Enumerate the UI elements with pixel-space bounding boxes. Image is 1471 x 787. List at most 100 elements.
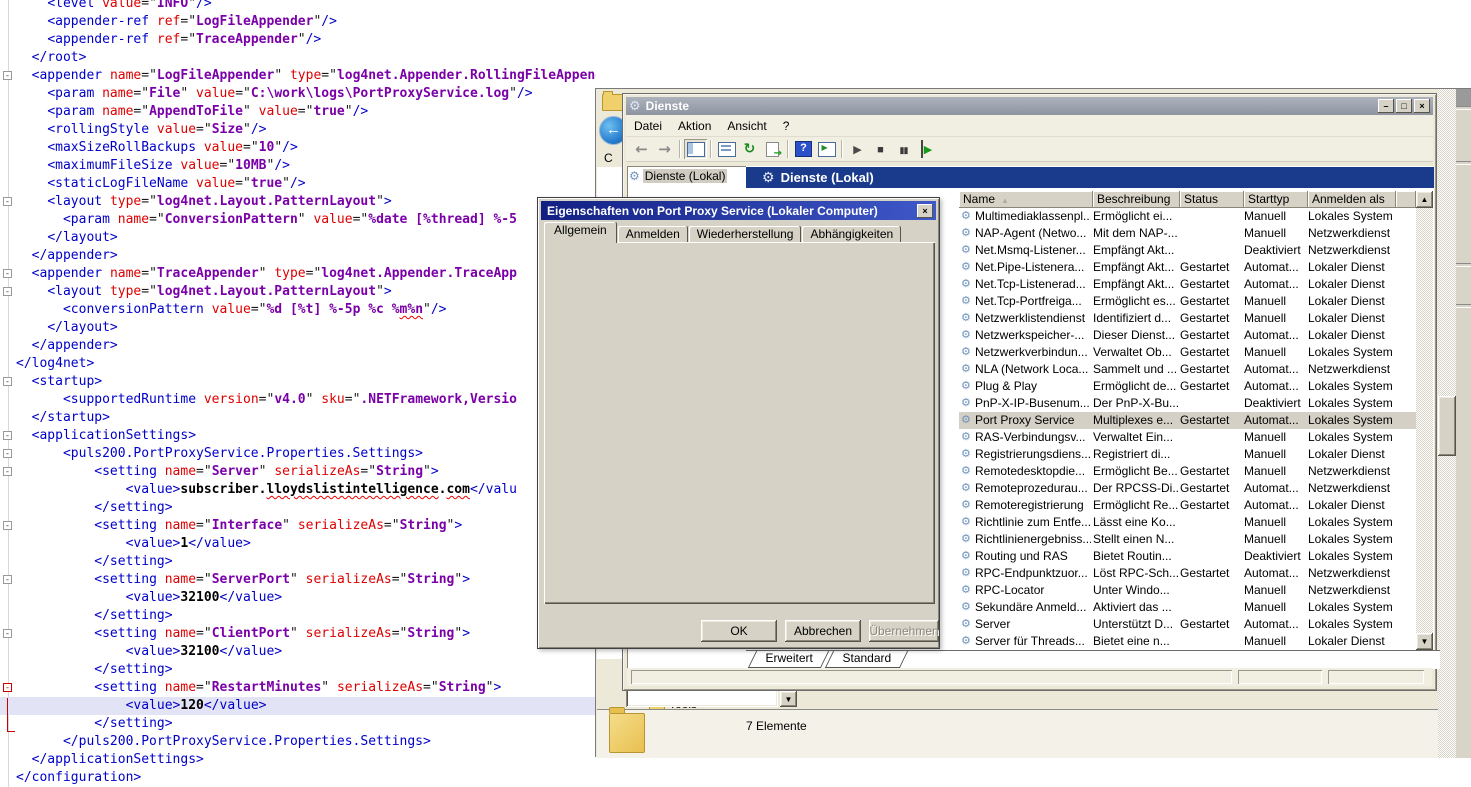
table-row[interactable]: ⚙ NAP-Agent (Netwo... Mit dem NAP-... Ma… bbox=[959, 225, 1416, 242]
code-line: <rollingStyle value="Size"/> bbox=[0, 121, 596, 139]
column-header-starttyp[interactable]: Starttyp bbox=[1244, 191, 1308, 208]
column-header-beschreibung[interactable]: Beschreibung bbox=[1093, 191, 1180, 208]
address-field[interactable] bbox=[626, 689, 778, 707]
table-row[interactable]: ⚙ Sekundäre Anmeld... Aktiviert das ... … bbox=[959, 599, 1416, 616]
stop-icon[interactable] bbox=[869, 139, 892, 159]
cell-anmelden-als: Lokales System bbox=[1308, 429, 1414, 446]
cell-beschreibung: Unterstützt D... bbox=[1093, 616, 1178, 633]
scrollbar-thumb[interactable] bbox=[1438, 396, 1456, 456]
view-tab-standard[interactable]: Standard bbox=[825, 651, 908, 668]
xml-editor[interactable]: <level value="INFO"/> <appender-ref ref=… bbox=[0, 0, 596, 787]
fold-toggle-icon[interactable]: - bbox=[3, 467, 12, 476]
cell-name: RPC-Locator bbox=[975, 582, 1091, 599]
start-icon[interactable] bbox=[846, 139, 869, 159]
cell-starttyp: Deaktiviert bbox=[1244, 395, 1306, 412]
table-row[interactable]: ⚙ Port Proxy Service Multiplexes e... Ge… bbox=[959, 412, 1416, 429]
uebernehmen-button[interactable]: Übernehmen bbox=[869, 620, 939, 642]
tab-anmelden[interactable]: Anmelden bbox=[618, 226, 688, 243]
table-row[interactable]: ⚙ Routing und RAS Bietet Routin... Deakt… bbox=[959, 548, 1416, 565]
fold-toggle-icon[interactable]: - bbox=[3, 71, 12, 80]
cell-starttyp: Automat... bbox=[1244, 497, 1306, 514]
table-row[interactable]: ⚙ Registrierungsdiens... Registriert di.… bbox=[959, 446, 1416, 463]
table-row[interactable]: ⚙ Server für Threads... Bietet eine n...… bbox=[959, 633, 1416, 650]
close-icon[interactable]: × bbox=[917, 204, 933, 218]
menu-item-aktion[interactable]: Aktion bbox=[670, 117, 719, 135]
menu-item-datei[interactable]: Datei bbox=[626, 117, 670, 135]
cell-starttyp: Deaktiviert bbox=[1244, 242, 1306, 259]
scroll-up-button[interactable]: ▲ bbox=[1416, 191, 1433, 208]
pause-icon[interactable] bbox=[892, 139, 915, 159]
code-line: - <appender name="TraceAppender" type="l… bbox=[0, 265, 596, 283]
table-row[interactable]: ⚙ Net.Pipe-Listenera... Empfängt Akt... … bbox=[959, 259, 1416, 276]
abbrechen-button[interactable]: Abbrechen bbox=[785, 620, 861, 642]
table-row[interactable]: ⚙ Net.Tcp-Listenerad... Empfängt Akt... … bbox=[959, 276, 1416, 293]
table-row[interactable]: ⚙ Server Unterstützt D... Gestartet Auto… bbox=[959, 616, 1416, 633]
forward-icon[interactable] bbox=[653, 139, 676, 159]
table-row[interactable]: ⚙ Netzwerkverbindun... Verwaltet Ob... G… bbox=[959, 344, 1416, 361]
dropdown-button[interactable]: ▼ bbox=[780, 691, 797, 707]
scroll-down-button[interactable]: ▼ bbox=[1416, 633, 1433, 650]
table-row[interactable]: ⚙ RAS-Verbindungsv... Verwaltet Ein... M… bbox=[959, 429, 1416, 446]
export-icon[interactable] bbox=[761, 139, 784, 159]
column-header-anmeldenals[interactable]: Anmelden als bbox=[1308, 191, 1396, 208]
table-row[interactable]: ⚙ Richtlinienergebniss... Stellt einen N… bbox=[959, 531, 1416, 548]
titlebar[interactable]: ⚙ Dienste – □ × bbox=[626, 97, 1433, 115]
cell-status: Gestartet bbox=[1180, 412, 1242, 429]
ok-button[interactable]: OK bbox=[701, 620, 777, 642]
code-line: <supportedRuntime version="v4.0" sku=".N… bbox=[0, 391, 596, 409]
table-row[interactable]: ⚙ PnP-X-IP-Busenum... Der PnP-X-Bu... De… bbox=[959, 395, 1416, 412]
table-scrollbar[interactable]: ▲ ▼ bbox=[1416, 191, 1433, 650]
table-row[interactable]: ⚙ Netzwerkspeicher-... Dieser Dienst... … bbox=[959, 327, 1416, 344]
table-row[interactable]: ⚙ Net.Tcp-Portfreiga... Ermöglicht es...… bbox=[959, 293, 1416, 310]
table-row[interactable]: ⚙ Net.Msmq-Listener... Empfängt Akt... D… bbox=[959, 242, 1416, 259]
help-icon[interactable]: ? bbox=[792, 139, 815, 159]
fold-toggle-icon[interactable]: - bbox=[3, 629, 12, 638]
code-line: </setting> bbox=[0, 715, 596, 733]
cell-beschreibung: Ermöglicht Be... bbox=[1093, 463, 1178, 480]
fold-toggle-icon[interactable]: - bbox=[3, 287, 12, 296]
column-header-name[interactable]: Name▲ bbox=[959, 191, 1093, 208]
maximize-button[interactable]: □ bbox=[1396, 99, 1412, 113]
tree-item-dienste-lokal[interactable]: ⚙ Dienste (Lokal) bbox=[629, 169, 746, 183]
fold-toggle-icon[interactable]: - bbox=[3, 683, 12, 692]
table-row[interactable]: ⚙ Remoteprozedurau... Der RPCSS-Di... Ge… bbox=[959, 480, 1416, 497]
cell-status: Gestartet bbox=[1180, 565, 1242, 582]
table-row[interactable]: ⚙ RPC-Locator Unter Windo... Manuell Net… bbox=[959, 582, 1416, 599]
table-row[interactable]: ⚙ Richtlinie zum Entfe... Lässt eine Ko.… bbox=[959, 514, 1416, 531]
dialog-titlebar[interactable]: Eigenschaften von Port Proxy Service (Lo… bbox=[541, 201, 936, 220]
minimize-button[interactable]: – bbox=[1378, 99, 1394, 113]
refresh-icon[interactable] bbox=[738, 139, 761, 159]
table-row[interactable]: ⚙ Multimediaklassenpl... Ermöglicht ei..… bbox=[959, 208, 1416, 225]
fold-toggle-icon[interactable]: - bbox=[3, 449, 12, 458]
close-button[interactable]: × bbox=[1414, 99, 1430, 113]
view-tab-erweitert[interactable]: Erweitert bbox=[748, 651, 830, 668]
properties-icon[interactable] bbox=[715, 139, 738, 159]
table-row[interactable]: ⚙ Netzwerklistendienst Identifiziert d..… bbox=[959, 310, 1416, 327]
fold-toggle-icon[interactable]: - bbox=[3, 431, 12, 440]
back-icon[interactable] bbox=[630, 139, 653, 159]
fold-toggle-icon[interactable]: - bbox=[3, 269, 12, 278]
cell-beschreibung: Sammelt und ... bbox=[1093, 361, 1178, 378]
table-row[interactable]: ⚙ NLA (Network Loca... Sammelt und ... G… bbox=[959, 361, 1416, 378]
explorer-scrollbar[interactable] bbox=[1438, 89, 1456, 758]
console-tree-icon[interactable] bbox=[684, 139, 707, 159]
menu-item-ansicht[interactable]: Ansicht bbox=[719, 117, 774, 135]
table-row[interactable]: ⚙ RPC-Endpunktzuor... Löst RPC-Sch... Ge… bbox=[959, 565, 1416, 582]
tab-abhngigkeiten[interactable]: Abhängigkeiten bbox=[802, 226, 901, 243]
fold-toggle-icon[interactable]: - bbox=[3, 197, 12, 206]
fold-toggle-icon[interactable]: - bbox=[3, 575, 12, 584]
fold-toggle-icon[interactable]: - bbox=[3, 521, 12, 530]
table-row[interactable]: ⚙ Remoteregistrierung Ermöglicht Re... G… bbox=[959, 497, 1416, 514]
tab-allgemein[interactable]: Allgemein bbox=[544, 222, 617, 243]
menu-item-?[interactable]: ? bbox=[775, 117, 798, 135]
cell-beschreibung: Verwaltet Ob... bbox=[1093, 344, 1178, 361]
column-header-filler[interactable] bbox=[1396, 191, 1416, 208]
fold-toggle-icon[interactable]: - bbox=[3, 377, 12, 386]
tab-wiederherstellung[interactable]: Wiederherstellung bbox=[689, 226, 802, 243]
table-row[interactable]: ⚙ Plug & Play Ermöglicht de... Gestartet… bbox=[959, 378, 1416, 395]
restart-icon[interactable] bbox=[915, 139, 938, 159]
table-row[interactable]: ⚙ Remotedesktopdie... Ermöglicht Be... G… bbox=[959, 463, 1416, 480]
column-header-status[interactable]: Status bbox=[1180, 191, 1244, 208]
show-window-icon[interactable] bbox=[815, 139, 838, 159]
scrollbar-thumb[interactable] bbox=[1416, 373, 1433, 469]
